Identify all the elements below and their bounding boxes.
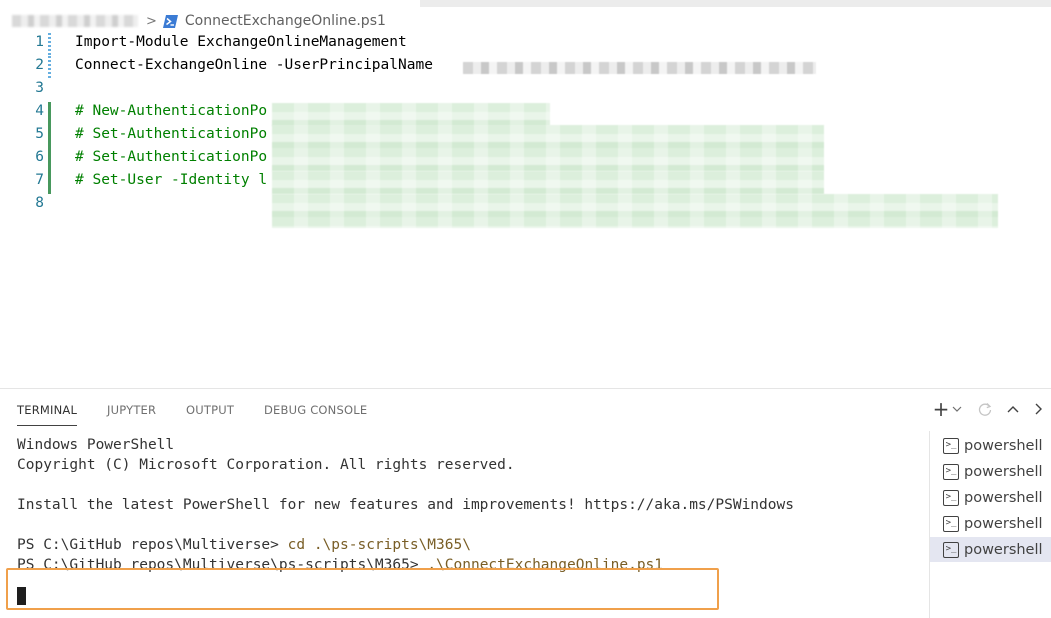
restart-terminal-button[interactable] — [975, 397, 995, 421]
terminal-line: Copyright (C) Microsoft Corporation. All… — [17, 457, 515, 473]
terminal-profile-dropdown[interactable] — [950, 397, 964, 421]
powershell-file-icon — [162, 14, 178, 28]
line-number: 5 — [35, 126, 44, 142]
terminal-instance[interactable]: >_ powershell — [930, 433, 1051, 458]
terminal-line: Windows PowerShell — [17, 437, 175, 453]
terminal-instance-active[interactable]: >_ powershell — [930, 537, 1051, 562]
terminal-icon: >_ — [943, 489, 959, 506]
more-actions-button[interactable] — [1029, 397, 1049, 421]
terminal-line: Install the latest PowerShell for new fe… — [17, 497, 794, 513]
code-line: 3 — [0, 79, 1051, 102]
restart-icon — [978, 403, 992, 416]
line-number: 2 — [35, 57, 44, 73]
plus-icon: + — [932, 397, 950, 421]
code-line: 1 Import-Module ExchangeOnlineManagement — [0, 33, 1051, 56]
tab-terminal[interactable]: TERMINAL — [17, 403, 78, 426]
line-number: 1 — [35, 34, 44, 50]
code-text: Connect-ExchangeOnline -UserPrincipalNam… — [75, 57, 442, 73]
line-number: 4 — [35, 103, 44, 119]
code-line: 2 Connect-ExchangeOnline -UserPrincipalN… — [0, 56, 1051, 79]
terminal-instance-label: powershell — [964, 437, 1043, 454]
panel-tab-bar: TERMINAL JUPYTER OUTPUT DEBUG CONSOLE — [0, 389, 900, 429]
chevron-up-icon — [1007, 406, 1019, 413]
terminal-command-line: PS C:\GitHub repos\Multiverse> cd .\ps-s… — [17, 537, 471, 557]
bottom-panel: TERMINAL JUPYTER OUTPUT DEBUG CONSOLE + — [0, 388, 1051, 618]
line-number: 3 — [35, 80, 44, 96]
line-number: 7 — [35, 172, 44, 188]
code-comment: # Set-AuthenticationPo — [75, 126, 268, 142]
annotation-highlight-box — [6, 568, 719, 610]
code-comment: # Set-User -Identity l — [75, 172, 268, 188]
chevron-right-icon — [1035, 403, 1042, 415]
chevron-down-icon — [952, 406, 962, 412]
gutter-added-marker[interactable] — [48, 102, 51, 125]
tab-debug-console[interactable]: DEBUG CONSOLE — [264, 403, 367, 417]
breadcrumb-file-name[interactable]: ConnectExchangeOnline.ps1 — [185, 13, 386, 29]
terminal-icon: >_ — [943, 437, 959, 454]
terminal-instance-label: powershell — [964, 489, 1043, 506]
vscode-window: > ConnectExchangeOnline.ps1 1 Import-Mod… — [0, 0, 1051, 618]
gutter-modified-marker[interactable] — [48, 56, 51, 79]
tab-jupyter[interactable]: JUPYTER — [107, 403, 156, 417]
tab-output[interactable]: OUTPUT — [186, 403, 234, 417]
terminal-instance[interactable]: >_ powershell — [930, 511, 1051, 536]
terminal-instance-label: powershell — [964, 463, 1043, 480]
editor-tab-strip — [0, 0, 1051, 7]
terminal-instance-label: powershell — [964, 515, 1043, 532]
terminal-instance-label: powershell — [964, 541, 1043, 558]
code-text: Import-Module ExchangeOnlineManagement — [75, 34, 407, 50]
redacted-user-principal-name — [463, 62, 816, 74]
breadcrumb-separator: > — [146, 13, 157, 29]
terminal-icon: >_ — [943, 515, 959, 532]
new-terminal-button[interactable]: + — [931, 397, 951, 421]
redacted-comment-block — [272, 171, 824, 194]
line-number: 8 — [35, 195, 44, 211]
terminal-icon: >_ — [943, 541, 959, 558]
code-comment: # Set-AuthenticationPo — [75, 149, 268, 165]
terminal-instance-list: >_ powershell >_ powershell >_ powershel… — [929, 431, 1051, 618]
code-comment: # New-AuthenticationPo — [75, 103, 268, 119]
line-number: 6 — [35, 149, 44, 165]
gutter-modified-marker[interactable] — [48, 33, 51, 56]
gutter-added-marker[interactable] — [48, 148, 51, 171]
maximize-panel-button[interactable] — [1003, 397, 1023, 421]
terminal-instance[interactable]: >_ powershell — [930, 459, 1051, 484]
terminal-command: cd .\ps-scripts\M365\ — [287, 537, 471, 553]
gutter-added-marker[interactable] — [48, 125, 51, 148]
terminal-icon: >_ — [943, 463, 959, 480]
panel-actions: + — [931, 397, 1051, 421]
breadcrumb-folder-redacted[interactable] — [12, 15, 138, 27]
redacted-comment-block — [272, 125, 824, 171]
terminal-output[interactable]: Windows PowerShell Copyright (C) Microso… — [0, 431, 928, 618]
breadcrumb: > ConnectExchangeOnline.ps1 — [0, 9, 1051, 33]
code-editor[interactable]: 1 Import-Module ExchangeOnlineManagement… — [0, 33, 1051, 388]
gutter-added-marker[interactable] — [48, 171, 51, 194]
redacted-comment-block — [272, 194, 998, 228]
terminal-prompt: PS C:\GitHub repos\Multiverse> — [17, 537, 288, 553]
terminal-instance[interactable]: >_ powershell — [930, 485, 1051, 510]
redacted-comment-block — [272, 103, 550, 126]
